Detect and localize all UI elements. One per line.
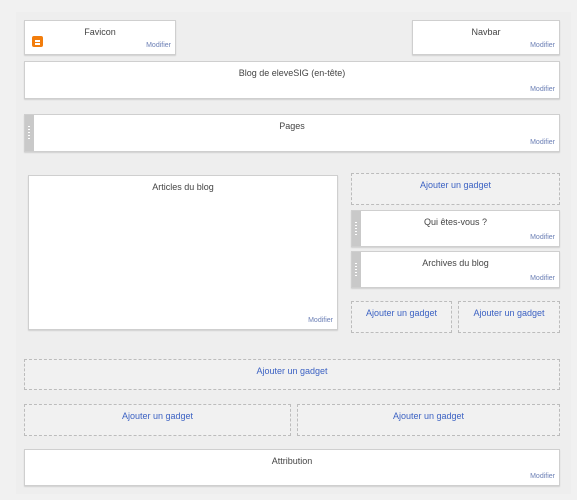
add-gadget-label: Ajouter un gadget [419, 180, 492, 190]
pages-widget[interactable]: Pages Modifier [24, 114, 560, 152]
widget-title: Blog de eleveSIG (en-tête) [238, 68, 346, 78]
archive-edit-link[interactable]: Modifier [530, 275, 555, 282]
footer-add-gadget-right[interactable]: Ajouter un gadget [297, 404, 560, 436]
widget-title: Pages [279, 121, 305, 131]
sidebar-add-gadget-right[interactable]: Ajouter un gadget [458, 301, 560, 333]
widget-title: Attribution [271, 456, 313, 466]
add-gadget-label: Ajouter un gadget [473, 308, 545, 318]
footer-add-gadget-full[interactable]: Ajouter un gadget [24, 359, 560, 390]
layout-editor: Favicon Modifier Navbar Modifier Blog de… [16, 12, 571, 494]
favicon-edit-link[interactable]: Modifier [146, 42, 171, 49]
pages-edit-link[interactable]: Modifier [530, 139, 555, 146]
add-gadget-label: Ajouter un gadget [121, 411, 194, 421]
footer-add-gadget-left[interactable]: Ajouter un gadget [24, 404, 291, 436]
sidebar-add-gadget-left[interactable]: Ajouter un gadget [351, 301, 452, 333]
favicon-widget[interactable]: Favicon Modifier [24, 20, 176, 55]
navbar-widget[interactable]: Navbar Modifier [412, 20, 560, 55]
blogger-icon [32, 36, 43, 47]
add-gadget-label: Ajouter un gadget [365, 308, 438, 318]
widget-title: Navbar [471, 27, 501, 37]
profile-edit-link[interactable]: Modifier [530, 234, 555, 241]
blog-posts-widget[interactable]: Articles du blog Modifier [28, 175, 338, 330]
profile-widget[interactable]: Qui êtes-vous ? Modifier [351, 210, 560, 247]
header-widget[interactable]: Blog de eleveSIG (en-tête) Modifier [24, 61, 560, 99]
widget-title: Archives du blog [422, 258, 489, 268]
add-gadget-label: Ajouter un gadget [392, 411, 465, 421]
blog-posts-edit-link[interactable]: Modifier [308, 317, 333, 324]
sidebar-add-gadget-top[interactable]: Ajouter un gadget [351, 173, 560, 205]
archive-widget[interactable]: Archives du blog Modifier [351, 251, 560, 288]
widget-title: Articles du blog [152, 182, 214, 192]
attribution-widget[interactable]: Attribution Modifier [24, 449, 560, 486]
attribution-edit-link[interactable]: Modifier [530, 473, 555, 480]
add-gadget-label: Ajouter un gadget [256, 366, 328, 376]
header-edit-link[interactable]: Modifier [530, 86, 555, 93]
widget-title: Favicon [84, 27, 116, 37]
widget-title: Qui êtes-vous ? [423, 217, 488, 227]
navbar-edit-link[interactable]: Modifier [530, 42, 555, 49]
